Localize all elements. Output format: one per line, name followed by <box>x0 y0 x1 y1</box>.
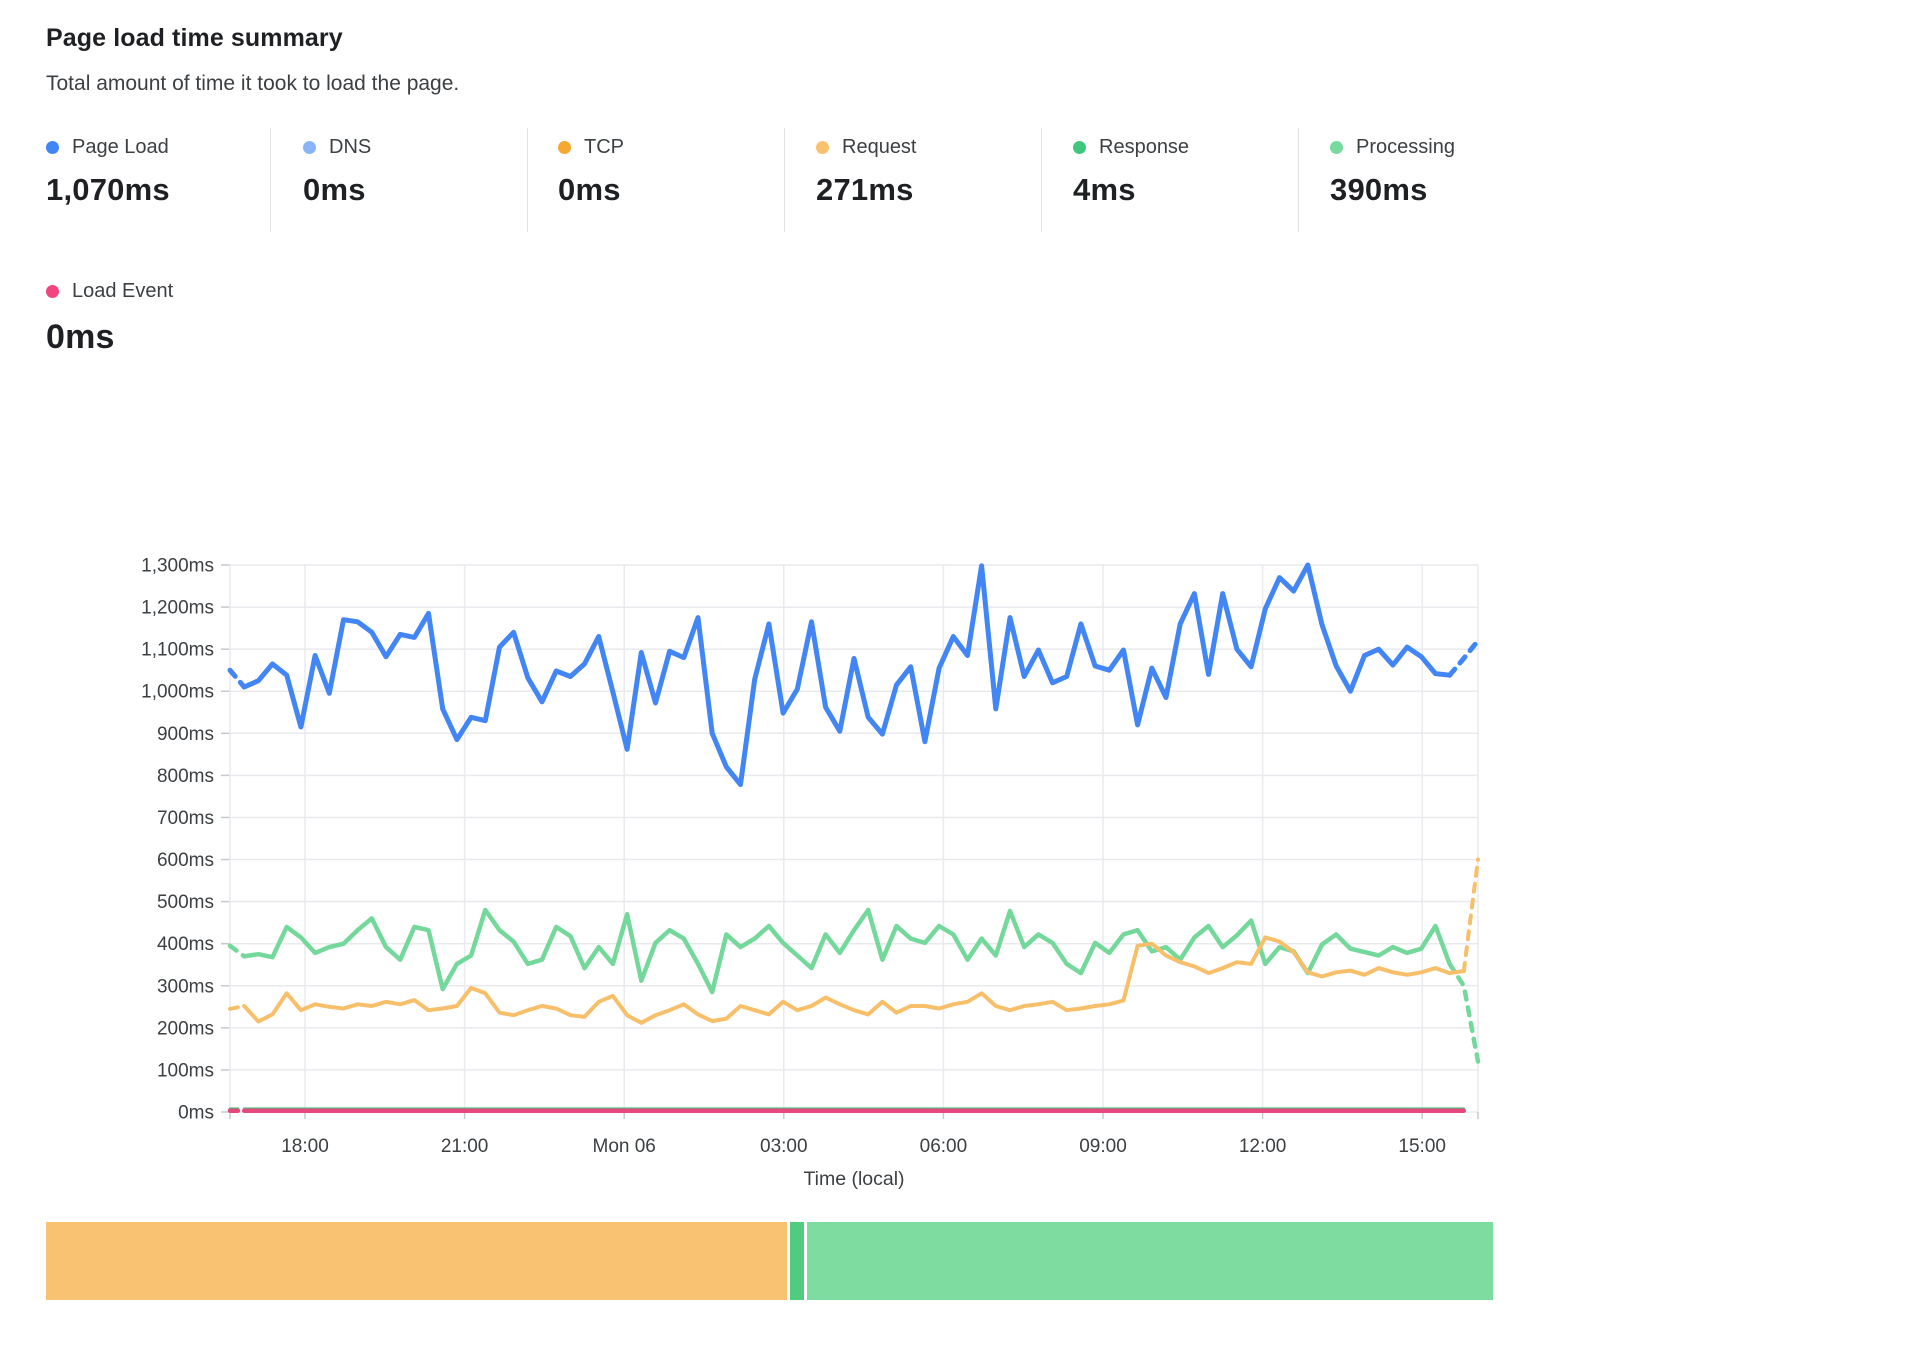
gridlines <box>221 565 1478 1119</box>
x-axis-tick-label: Mon 06 <box>593 1136 656 1157</box>
page-load-legend-dot <box>46 141 59 154</box>
tcp-legend-dot <box>558 141 571 154</box>
metric-value: 1,070ms <box>46 172 170 208</box>
metric-request[interactable]: Request 271ms <box>784 128 917 232</box>
x-axis-tick-label: 03:00 <box>760 1136 808 1157</box>
load-event-legend-dot <box>46 285 59 298</box>
x-axis-tick-label: 09:00 <box>1079 1136 1127 1157</box>
y-axis-tick-label: 900ms <box>157 724 214 745</box>
page-load-time-chart[interactable]: 0ms 100ms 200ms 300ms 400ms 500ms 600ms 700ms 80… <box>0 430 1910 1220</box>
metric-label: TCP <box>584 136 624 159</box>
timeline-segment-processing <box>807 1222 1494 1300</box>
y-axis-tick-label: 200ms <box>157 1018 214 1039</box>
page-title: Page load time summary <box>46 24 343 53</box>
metric-label: Page Load <box>72 136 169 159</box>
y-axis-tick-label: 300ms <box>157 976 214 997</box>
x-axis-tick-label: 06:00 <box>920 1136 968 1157</box>
y-axis-tick-label: 600ms <box>157 850 214 871</box>
metric-response[interactable]: Response 4ms <box>1041 128 1189 232</box>
x-axis-title: Time (local) <box>803 1168 904 1190</box>
response-legend-dot <box>1073 141 1086 154</box>
y-axis-tick-label: 700ms <box>157 808 214 829</box>
metric-dns[interactable]: DNS 0ms <box>270 128 371 232</box>
y-axis-tick-label: 1,300ms <box>141 556 214 577</box>
y-axis-tick-label: 400ms <box>157 934 214 955</box>
x-axis-tick-label: 12:00 <box>1239 1136 1287 1157</box>
metric-processing[interactable]: Processing 390ms <box>1298 128 1455 232</box>
y-axis-tick-label: 500ms <box>157 892 214 913</box>
metric-value: 0ms <box>46 318 173 357</box>
metric-label: Load Event <box>72 280 173 303</box>
metric-load-event[interactable]: Load Event 0ms <box>46 272 173 357</box>
metric-label: Request <box>842 136 917 159</box>
metric-tcp[interactable]: TCP 0ms <box>527 128 624 232</box>
timeline-segment-request <box>46 1222 787 1300</box>
metric-page-load[interactable]: Page Load 1,070ms <box>46 128 170 232</box>
metric-value: 0ms <box>303 172 371 208</box>
y-axis-tick-label: 1,200ms <box>141 598 214 619</box>
metric-value: 4ms <box>1073 172 1189 208</box>
page-subtitle: Total amount of time it took to load the… <box>46 72 459 96</box>
y-axis-tick-label: 100ms <box>157 1060 214 1081</box>
y-axis-tick-label: 0ms <box>178 1103 214 1124</box>
timeline-segment-response <box>790 1222 804 1300</box>
series-request <box>230 860 1478 1023</box>
processing-legend-dot <box>1330 141 1343 154</box>
metric-value: 271ms <box>816 172 917 208</box>
y-axis-tick-label: 800ms <box>157 766 214 787</box>
metric-label: Processing <box>1356 136 1455 159</box>
y-axis-tick-label: 1,000ms <box>141 682 214 703</box>
dns-legend-dot <box>303 141 316 154</box>
x-axis-tick-label: 15:00 <box>1398 1136 1446 1157</box>
metric-value: 390ms <box>1330 172 1455 208</box>
metric-label: Response <box>1099 136 1189 159</box>
request-legend-dot <box>816 141 829 154</box>
metric-value: 0ms <box>558 172 624 208</box>
metric-label: DNS <box>329 136 371 159</box>
x-axis-tick-label: 21:00 <box>441 1136 489 1157</box>
x-axis-tick-label: 18:00 <box>281 1136 329 1157</box>
line-chart-svg[interactable]: 0ms 100ms 200ms 300ms 400ms 500ms 600ms 700ms 80… <box>0 430 1910 1220</box>
timeline-proportion-bar <box>46 1222 1493 1300</box>
series-page-load <box>230 565 1478 785</box>
metrics-legend-row: Page Load 1,070ms DNS 0ms TCP 0ms Reques… <box>0 128 1910 232</box>
y-axis-tick-label: 1,100ms <box>141 640 214 661</box>
